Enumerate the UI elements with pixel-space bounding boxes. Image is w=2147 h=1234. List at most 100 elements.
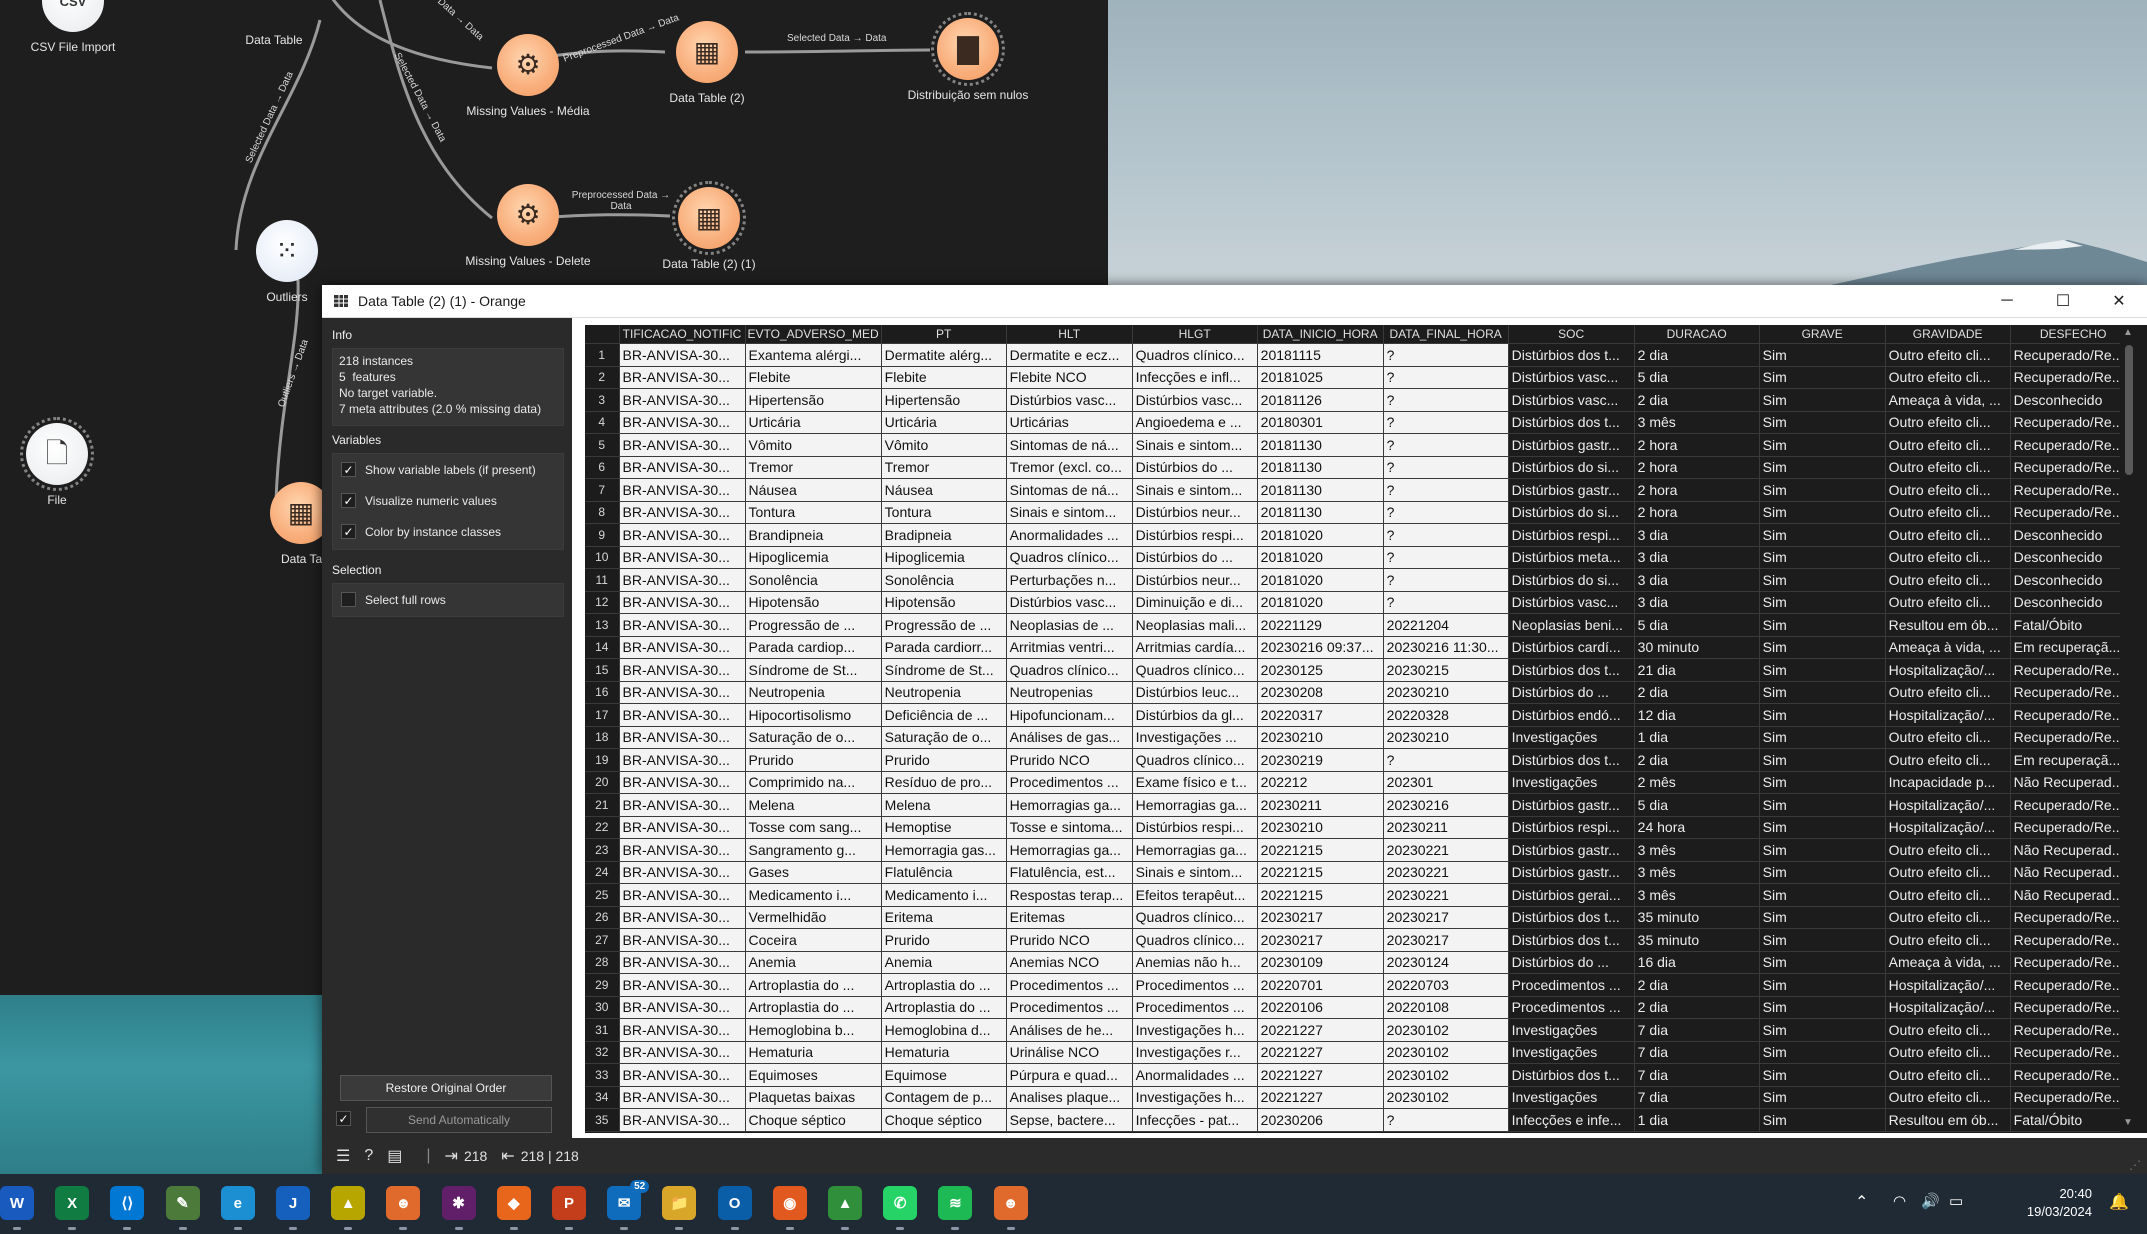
table-cell[interactable]: Sim xyxy=(1759,951,1886,974)
table-cell[interactable]: Outro efeito cli... xyxy=(1885,861,2011,884)
table-cell[interactable]: Sim xyxy=(1759,816,1886,839)
table-cell[interactable]: Hospitalização/... xyxy=(1885,816,2011,839)
table-cell[interactable]: BR-ANVISA-30... xyxy=(619,906,746,929)
table-cell[interactable]: Hipoglicemia xyxy=(881,546,1007,569)
visualize-numeric-values-checkbox[interactable]: ✓ Visualize numeric values xyxy=(333,485,563,516)
table-cell[interactable]: 20181130 xyxy=(1257,433,1384,457)
table-cell[interactable]: Investigações ... xyxy=(1132,726,1258,749)
table-cell[interactable]: Infecções - pat... xyxy=(1132,1108,1258,1132)
table-cell[interactable]: 20181020 xyxy=(1257,591,1384,614)
taskbar-app-edge-icon[interactable]: e xyxy=(220,1186,255,1220)
table-cell[interactable]: Incapacidade p... xyxy=(1885,771,2011,794)
table-cell[interactable]: Prurido NCO xyxy=(1006,748,1133,772)
table-row[interactable]: 30 BR-ANVISA-30... Artroplastia do ... Artr… xyxy=(585,996,2137,1019)
table-cell[interactable]: 20230210 xyxy=(1383,726,1509,749)
table-row[interactable]: 4 BR-ANVISA-30... Urticária Urticária Urticá… xyxy=(585,411,2137,434)
table-row[interactable]: 22 BR-ANVISA-30... Tosse com sang... Hemopt… xyxy=(585,816,2137,839)
taskbar-app-slack-icon[interactable]: ✱ xyxy=(441,1186,476,1220)
table-cell[interactable]: Procedimentos ... xyxy=(1132,996,1258,1019)
table-cell[interactable]: Resíduo de pro... xyxy=(881,771,1007,794)
table-cell[interactable]: 2 dia xyxy=(1634,343,1760,367)
table-row[interactable]: 6 BR-ANVISA-30... Tremor Tremor Tremor (excl… xyxy=(585,456,2137,479)
table-cell[interactable]: Hemorragias ga... xyxy=(1132,838,1258,862)
column-header[interactable]: DESFECHO xyxy=(2010,325,2137,344)
table-cell[interactable]: 20220106 xyxy=(1257,996,1384,1019)
table-cell[interactable]: Outro efeito cli... xyxy=(1885,726,2011,749)
table-cell[interactable]: Distúrbios dos t... xyxy=(1508,928,1635,952)
table-cell[interactable]: Recuperado/Re... xyxy=(2010,996,2137,1019)
row-number[interactable]: 1 xyxy=(585,343,620,367)
table-cell[interactable]: 1 dia xyxy=(1634,726,1760,749)
table-cell[interactable]: Urticária xyxy=(745,411,882,434)
table-cell[interactable]: 20181020 xyxy=(1257,546,1384,569)
table-cell[interactable]: Tontura xyxy=(881,501,1007,524)
table-cell[interactable]: Desconhecido xyxy=(2010,546,2137,569)
table-cell[interactable]: Sinais e sintom... xyxy=(1132,861,1258,884)
widget-missing-values-media[interactable]: ⚙ Missing Values - Média xyxy=(448,34,608,118)
table-cell[interactable]: 20230206 xyxy=(1257,1108,1384,1132)
table-cell[interactable]: Outro efeito cli... xyxy=(1885,1018,2011,1042)
table-cell[interactable]: Outro efeito cli... xyxy=(1885,478,2011,502)
table-cell[interactable]: Distúrbios dos t... xyxy=(1508,658,1635,682)
table-cell[interactable]: Choque séptico xyxy=(745,1108,882,1132)
table-cell[interactable]: Distúrbios gastr... xyxy=(1508,478,1635,502)
table-cell[interactable]: 20221227 xyxy=(1257,1086,1384,1109)
taskbar-app-notepad-icon[interactable]: ✎ xyxy=(165,1186,200,1220)
table-cell[interactable]: Hospitalização/... xyxy=(1885,996,2011,1019)
table-cell[interactable]: 2 hora xyxy=(1634,456,1760,479)
table-cell[interactable]: BR-ANVISA-30... xyxy=(619,501,746,524)
table-cell[interactable]: Tremor xyxy=(881,456,1007,479)
row-number[interactable]: 2 xyxy=(585,366,620,389)
table-cell[interactable]: BR-ANVISA-30... xyxy=(619,388,746,412)
table-cell[interactable]: 5 dia xyxy=(1634,366,1760,389)
table-cell[interactable]: Distúrbios dos t... xyxy=(1508,343,1635,367)
table-cell[interactable]: 24 hora xyxy=(1634,816,1760,839)
report-icon[interactable]: ▤ xyxy=(387,1146,402,1166)
table-cell[interactable]: ? xyxy=(1383,501,1509,524)
table-cell[interactable]: Quadros clínico... xyxy=(1132,748,1258,772)
table-cell[interactable]: Distúrbios dos t... xyxy=(1508,748,1635,772)
table-cell[interactable]: Recuperado/Re... xyxy=(2010,1018,2137,1042)
table-cell[interactable]: Arritmias cardía... xyxy=(1132,636,1258,659)
table-cell[interactable]: Resultou em ób... xyxy=(1885,613,2011,637)
table-cell[interactable]: Efeitos terapêut... xyxy=(1132,883,1258,907)
table-row[interactable]: 3 BR-ANVISA-30... Hipertensão Hipertensão Di… xyxy=(585,388,2137,412)
column-header[interactable]: HLGT xyxy=(1132,325,1258,344)
table-cell[interactable]: 202212 xyxy=(1257,771,1384,794)
column-header[interactable]: GRAVE xyxy=(1759,325,1886,344)
table-row[interactable]: 31 BR-ANVISA-30... Hemoglobina b... Hemoglo… xyxy=(585,1018,2137,1042)
table-cell[interactable]: ? xyxy=(1383,433,1509,457)
table-cell[interactable]: BR-ANVISA-30... xyxy=(619,1018,746,1042)
table-row[interactable]: 33 BR-ANVISA-30... Equimoses Equimose Púrpur… xyxy=(585,1063,2137,1087)
table-cell[interactable]: Investigações xyxy=(1508,1086,1635,1109)
row-number[interactable]: 25 xyxy=(585,883,620,907)
table-cell[interactable]: Outro efeito cli... xyxy=(1885,568,2011,592)
table-row[interactable]: 8 BR-ANVISA-30... Tontura Tontura Sinais e s… xyxy=(585,501,2137,524)
table-cell[interactable]: 7 dia xyxy=(1634,1086,1760,1109)
table-cell[interactable]: 2 hora xyxy=(1634,478,1760,502)
window-titlebar[interactable]: Data Table (2) (1) - Orange ─ ☐ ✕ xyxy=(322,285,2147,318)
table-cell[interactable]: BR-ANVISA-30... xyxy=(619,951,746,974)
table-cell[interactable]: Distúrbios gastr... xyxy=(1508,838,1635,862)
row-number[interactable]: 18 xyxy=(585,726,620,749)
table-cell[interactable]: Distúrbios do ... xyxy=(1132,546,1258,569)
show-variable-labels-checkbox[interactable]: ✓ Show variable labels (if present) xyxy=(333,454,563,485)
table-cell[interactable]: Ameaça à vida, ... xyxy=(1885,636,2011,659)
table-cell[interactable]: Procedimentos ... xyxy=(1508,973,1635,997)
table-cell[interactable]: Contagem de p... xyxy=(881,1086,1007,1109)
taskbar-app-java-app-icon[interactable]: J xyxy=(276,1186,310,1220)
table-cell[interactable]: Prurido xyxy=(881,928,1007,952)
table-cell[interactable]: Recuperado/Re... xyxy=(2010,501,2137,524)
table-cell[interactable]: Distúrbios vasc... xyxy=(1508,388,1635,412)
row-number[interactable]: 7 xyxy=(585,478,620,502)
table-cell[interactable]: Vômito xyxy=(745,433,882,457)
widget-data-table[interactable]: Data Table xyxy=(194,0,354,47)
table-cell[interactable]: Anemias não h... xyxy=(1132,951,1258,974)
table-cell[interactable]: Distúrbios gastr... xyxy=(1508,793,1635,817)
row-number[interactable]: 34 xyxy=(585,1086,620,1109)
table-cell[interactable]: Hospitalização/... xyxy=(1885,703,2011,727)
wifi-icon[interactable]: ◠ xyxy=(1893,1192,1906,1210)
table-cell[interactable]: Outro efeito cli... xyxy=(1885,546,2011,569)
table-cell[interactable]: 20230125 xyxy=(1257,658,1384,682)
table-cell[interactable]: BR-ANVISA-30... xyxy=(619,681,746,704)
